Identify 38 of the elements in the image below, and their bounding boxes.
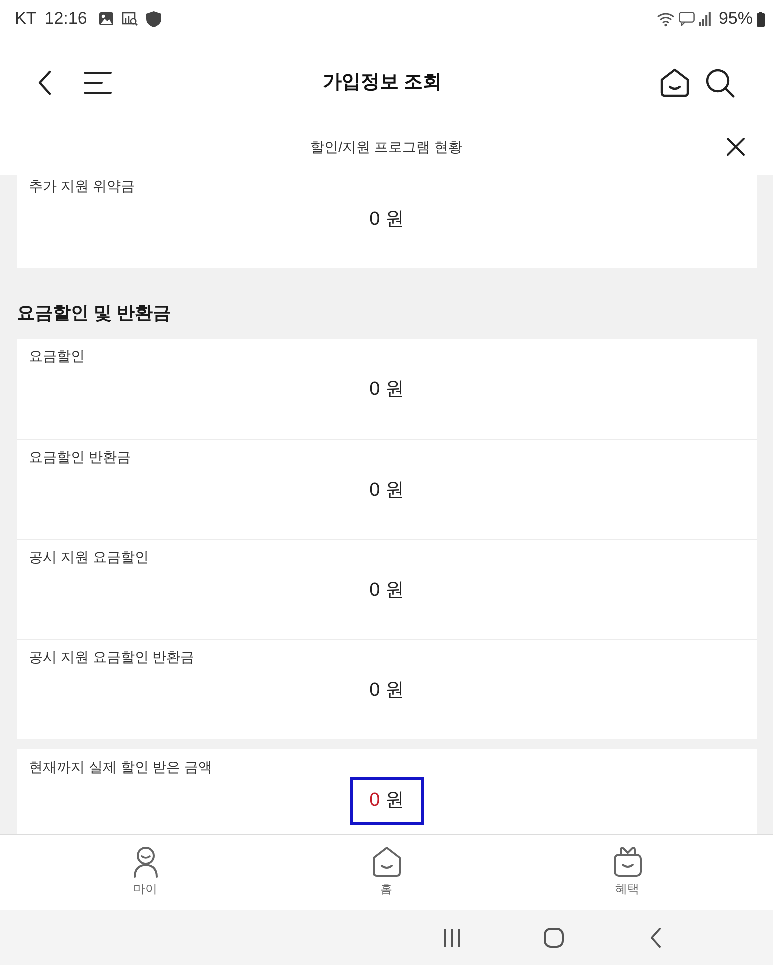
battery-icon [757, 12, 765, 26]
chart-search-icon [122, 12, 138, 26]
amount-value: 0 원 [370, 479, 404, 503]
item-label: 현재까지 실제 할인 받은 금액 [29, 758, 214, 777]
speech-bubble-icon [678, 12, 695, 26]
item-label: 요금할인 [29, 347, 86, 366]
battery-text: 95% [718, 8, 753, 30]
search-icon [705, 68, 735, 98]
shield-icon [146, 10, 162, 28]
carrier-text: KT [15, 8, 37, 30]
item-label: 공시 지원 요금할인 반환금 [29, 648, 196, 667]
chevron-left-icon [650, 928, 662, 948]
rounded-square-icon [544, 928, 564, 948]
bottom-nav-tab[interactable]: 홈 [266, 835, 507, 910]
amount-value: 0 원 [370, 789, 404, 813]
menu-icon [84, 71, 112, 95]
three-bars-icon [443, 928, 461, 948]
item-label: 추가 지원 위약금 [29, 177, 136, 196]
amount-value: 0 원 [370, 579, 404, 603]
panel-title: 할인/지원 프로그램 현황 [310, 138, 462, 157]
home-icon [372, 846, 402, 878]
home-icon [660, 68, 690, 98]
amount-value: 0 원 [370, 208, 404, 232]
chevron-left-icon [37, 70, 53, 96]
item-label: 요금할인 반환금 [29, 448, 132, 467]
amount-value: 0 원 [370, 378, 404, 402]
clock-text: 12:16 [44, 8, 88, 30]
wifi-icon [656, 12, 675, 26]
bottom-nav-tab[interactable]: 혜택 [507, 835, 748, 910]
close-icon [726, 137, 746, 157]
bottom-nav-tab[interactable]: 마이 [25, 835, 266, 910]
image-icon [99, 12, 114, 26]
amount-value: 0 원 [370, 679, 404, 703]
signal-icon [698, 12, 711, 26]
item-label: 공시 지원 요금할인 [29, 548, 150, 567]
section-heading: 요금할인 및 반환금 [17, 302, 172, 325]
page-title: 가입정보 조회 [322, 71, 442, 95]
gift-bag-icon [612, 846, 642, 878]
